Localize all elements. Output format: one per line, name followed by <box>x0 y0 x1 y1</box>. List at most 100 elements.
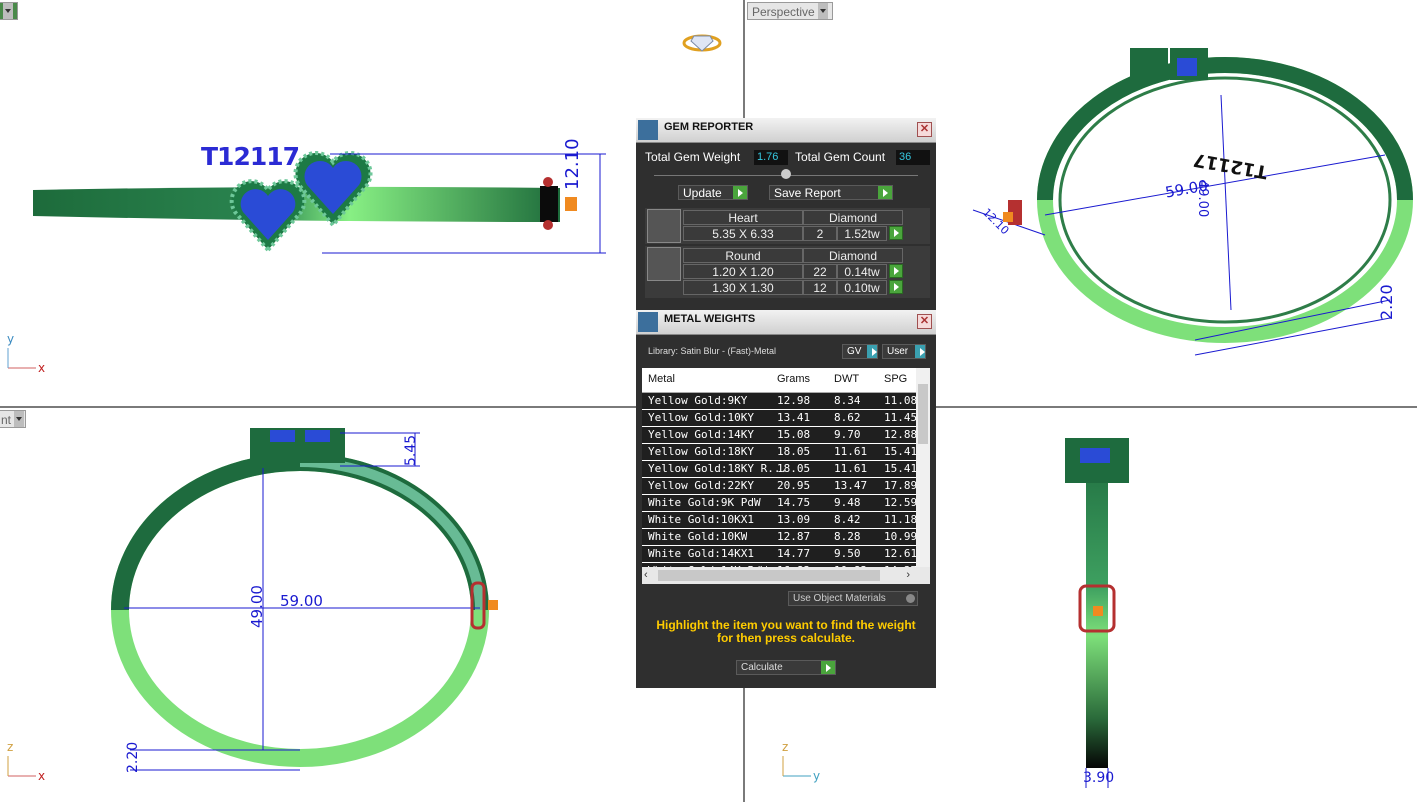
table-cell: Yellow Gold:10KY <box>648 411 754 424</box>
axis-gizmo-side <box>782 756 811 777</box>
table-cell: 11.61 <box>834 462 868 475</box>
table-row[interactable]: Yellow Gold:9KY 12.98 8.34 11.08 <box>642 393 930 410</box>
table-cell: 17.89 <box>884 479 918 492</box>
table-cell: Yellow Gold:18KY <box>648 445 754 458</box>
update-button[interactable]: Update <box>678 185 748 200</box>
viewport-dropdown-icon[interactable] <box>14 411 25 427</box>
instruction-text: Highlight the item you want to find the … <box>656 618 916 645</box>
close-icon[interactable]: ✕ <box>917 122 932 137</box>
use-object-materials-toggle[interactable]: Use Object Materials <box>788 591 918 606</box>
total-gem-weight-label: Total Gem Weight <box>645 150 741 164</box>
horizontal-scrollbar[interactable]: ‹ › <box>642 567 930 584</box>
go-arrow-icon <box>821 661 835 674</box>
viewport-front-title: nt <box>1 413 12 427</box>
viewport-front-tab[interactable]: nt <box>0 410 26 428</box>
library-label: Library: Satin Blur - (Fast)-Metal <box>648 346 777 356</box>
gem-size: 5.35 X 6.33 <box>683 226 803 241</box>
select-gems-button[interactable] <box>889 264 903 278</box>
gem-reporter-icon <box>638 120 658 140</box>
gv-label: GV <box>847 346 862 357</box>
column-header[interactable]: DWT <box>834 373 859 385</box>
table-cell: White Gold:9K PdW <box>648 496 761 509</box>
table-cell: 8.42 <box>834 513 861 526</box>
column-header[interactable]: Grams <box>777 373 810 385</box>
use-object-materials-label: Use Object Materials <box>793 593 886 604</box>
table-cell: 11.08 <box>884 394 918 407</box>
metal-weights-panel: METAL WEIGHTS ✕ Library: Satin Blur - (F… <box>636 310 936 688</box>
vertical-scrollbar[interactable] <box>916 368 930 567</box>
table-row[interactable]: Yellow Gold:10KY 13.41 8.62 11.45 <box>642 410 930 427</box>
perspective-height-label: 49.00 <box>1195 180 1210 218</box>
axis-x-label: x <box>38 361 46 375</box>
metal-weights-titlebar[interactable]: METAL WEIGHTS ✕ <box>636 310 936 335</box>
viewport-top[interactable]: T12117 12.10 y x <box>0 0 743 406</box>
viewport-front[interactable]: nt 59.00 49.00 5.45 2.20 z x <box>0 408 743 802</box>
gem-setting-front <box>250 428 345 463</box>
gem-material: Diamond <box>803 210 903 225</box>
column-header[interactable]: SPG <box>884 373 907 385</box>
gem-count: 22 <box>803 264 837 279</box>
column-header[interactable]: Metal <box>648 373 675 385</box>
table-cell: White Gold:14KX1 <box>648 547 754 560</box>
side-width-label: 3.90 <box>1083 770 1115 786</box>
save-report-label: Save Report <box>774 186 841 200</box>
scroll-thumb[interactable] <box>658 570 880 581</box>
metal-weights-table[interactable]: Metal Grams DWT SPG Yellow Gold:9KY 12.98… <box>642 368 930 567</box>
table-cell: 11.18 <box>884 513 918 526</box>
front-top-label: 5.45 <box>403 434 419 466</box>
table-cell: 15.41 <box>884 462 918 475</box>
viewport-top-canvas <box>7 34 722 369</box>
ring-side <box>1086 438 1108 768</box>
table-cell: 8.28 <box>834 530 861 543</box>
close-icon[interactable]: ✕ <box>917 314 932 329</box>
table-cell: 20.95 <box>777 479 811 492</box>
table-cell: 14.77 <box>777 547 811 560</box>
select-gems-button[interactable] <box>889 280 903 294</box>
toggle-icon <box>906 594 915 603</box>
gem-count: 2 <box>803 226 837 241</box>
scroll-right-icon[interactable]: › <box>906 569 910 581</box>
gem-weight: 0.10tw <box>837 280 887 295</box>
viewport-top-tab[interactable] <box>0 2 18 20</box>
gem-material: Diamond <box>803 248 903 263</box>
select-gems-button[interactable] <box>889 226 903 240</box>
scroll-thumb[interactable] <box>918 384 928 444</box>
viewport-perspective-tab[interactable]: Perspective <box>747 2 833 20</box>
table-row[interactable]: Yellow Gold:22KY 20.95 13.47 17.89 <box>642 478 930 495</box>
calculate-button[interactable]: Calculate <box>736 660 836 675</box>
table-row[interactable]: White Gold:9K PdW 14.75 9.48 12.59 <box>642 495 930 512</box>
table-row[interactable]: White Gold:10KW 12.87 8.28 10.99 <box>642 529 930 546</box>
table-cell: Yellow Gold:14KY <box>648 428 754 441</box>
front-band-label: 2.20 <box>125 741 141 773</box>
table-row[interactable]: Yellow Gold:18KY 18.05 11.61 15.41 <box>642 444 930 461</box>
gem-reporter-title: GEM REPORTER <box>664 121 754 133</box>
axis-y-label: y <box>813 769 821 783</box>
gem-group-heart[interactable]: Heart Diamond 5.35 X 6.33 2 1.52tw <box>645 208 930 244</box>
viewport-dropdown-icon[interactable] <box>3 3 13 19</box>
gem-group-round[interactable]: Round Diamond 1.20 X 1.20 22 0.14tw 1.30… <box>645 246 930 298</box>
save-report-button[interactable]: Save Report <box>769 185 893 200</box>
axis-gizmo-front <box>7 756 36 777</box>
gem-shape: Round <box>683 248 803 263</box>
gem-reporter-titlebar[interactable]: GEM REPORTER ✕ <box>636 118 936 143</box>
table-row[interactable]: Yellow Gold:14KY 15.08 9.70 12.88 <box>642 427 930 444</box>
viewport-dropdown-icon[interactable] <box>817 3 828 19</box>
table-row[interactable]: White Gold:14KX1 14.77 9.50 12.61 <box>642 546 930 563</box>
user-toggle[interactable]: User <box>882 344 926 359</box>
viewport-label-text: T12117 <box>201 142 300 171</box>
scroll-left-icon[interactable]: ‹ <box>644 569 648 581</box>
table-row[interactable]: White Gold:10KX1 13.09 8.42 11.18 <box>642 512 930 529</box>
heart-gem-thumbnail-icon <box>647 209 681 243</box>
table-cell: 8.62 <box>834 411 861 424</box>
collapse-icon[interactable] <box>781 169 791 179</box>
viewport-front-canvas <box>7 428 498 777</box>
gv-toggle[interactable]: GV <box>842 344 878 359</box>
table-cell: 10.99 <box>884 530 918 543</box>
scale-icon <box>638 312 658 332</box>
gem-size: 1.30 X 1.30 <box>683 280 803 295</box>
axis-gizmo <box>7 348 36 369</box>
table-row[interactable]: Yellow Gold:18KY R... 18.05 11.61 15.41 <box>642 461 930 478</box>
table-cell: 18.05 <box>777 445 811 458</box>
gem-weight: 0.14tw <box>837 264 887 279</box>
table-cell: 13.41 <box>777 411 811 424</box>
